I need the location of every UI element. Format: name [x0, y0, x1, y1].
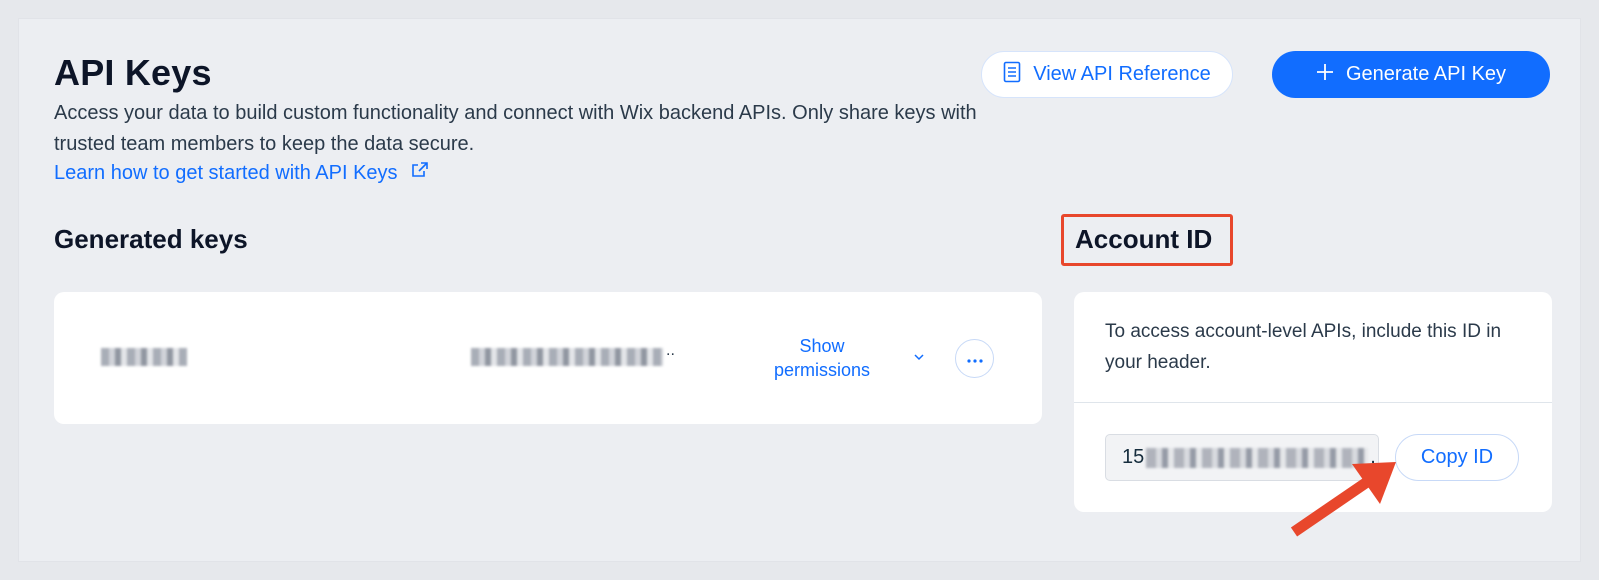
generated-keys-title: Generated keys: [54, 224, 248, 254]
key-name-redacted: [101, 348, 187, 366]
account-id-title: Account ID: [1075, 224, 1213, 254]
show-permissions-toggle[interactable]: Show permissions: [762, 334, 882, 382]
annotation-arrow-icon: [1290, 462, 1396, 537]
key-value-ellipsis: ..: [666, 342, 675, 359]
generate-api-key-button[interactable]: Generate API Key: [1272, 51, 1550, 98]
view-api-reference-button[interactable]: View API Reference: [981, 51, 1233, 98]
copy-id-button[interactable]: Copy ID: [1395, 434, 1519, 481]
more-dots-icon: [966, 350, 983, 368]
view-api-reference-label: View API Reference: [1033, 63, 1211, 85]
key-value-redacted: [471, 348, 663, 366]
external-link-icon: [410, 160, 430, 186]
more-actions-button[interactable]: [955, 339, 994, 378]
chevron-down-icon[interactable]: [912, 350, 926, 364]
divider: [1074, 402, 1552, 403]
page-title: API Keys: [54, 52, 212, 93]
learn-link-label: Learn how to get started with API Keys: [54, 161, 398, 184]
generate-api-key-label: Generate API Key: [1345, 63, 1507, 85]
plus-icon: [1316, 63, 1334, 87]
account-id-description: To access account-level APIs, include th…: [1105, 321, 1502, 373]
document-icon: [1003, 61, 1021, 89]
page-description: Access your data to build custom functio…: [54, 102, 977, 155]
learn-api-keys-link[interactable]: Learn how to get started with API Keys: [54, 160, 430, 186]
generated-keys-card: .. Show permissions: [54, 292, 1042, 424]
account-id-prefix: 15: [1122, 446, 1145, 468]
